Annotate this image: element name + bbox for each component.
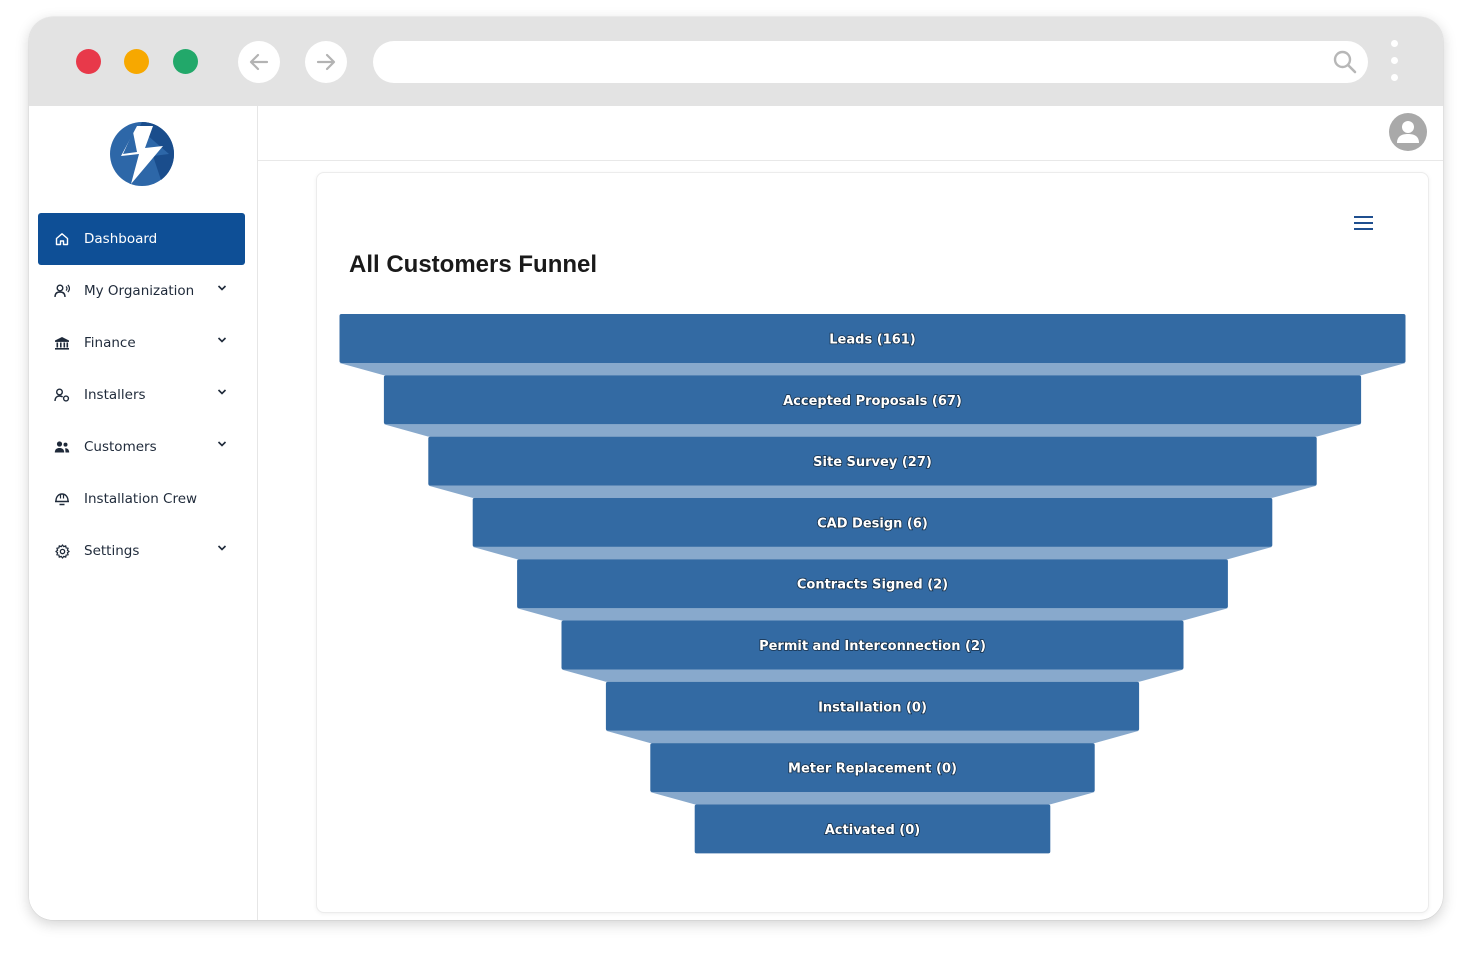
browser-toolbar: [29, 17, 1443, 106]
funnel-connector: [339, 363, 1406, 376]
back-button[interactable]: [238, 41, 280, 83]
arrow-right-icon: [316, 53, 336, 71]
user-icon: [1397, 121, 1419, 143]
top-header: [258, 106, 1443, 161]
sidebar-item-label: My Organization: [84, 283, 195, 299]
sidebar-item-installation-crew[interactable]: Installation Crew: [38, 473, 245, 525]
close-window-button[interactable]: [76, 49, 101, 74]
funnel-connector: [650, 792, 1095, 805]
sidebar-item-label: Settings: [84, 543, 140, 559]
customers-icon: [54, 439, 70, 455]
sidebar: Dashboard My Organization Finance Instal…: [29, 106, 258, 920]
funnel-stage-label: Accepted Proposals (67): [783, 394, 962, 409]
sidebar-item-label: Dashboard: [84, 231, 158, 247]
sidebar-item-my-organization[interactable]: My Organization: [38, 265, 245, 317]
arrow-left-icon: [249, 53, 269, 71]
brand-logo: [109, 118, 175, 195]
bank-icon: [54, 335, 70, 351]
funnel-connector: [472, 546, 1273, 560]
search-icon[interactable]: [1332, 49, 1358, 75]
chevron-down-icon: [217, 441, 227, 447]
address-bar[interactable]: [373, 41, 1368, 83]
home-icon: [54, 231, 70, 247]
installer-icon: [54, 387, 70, 403]
sidebar-item-customers[interactable]: Customers: [38, 421, 245, 473]
forward-button[interactable]: [305, 41, 347, 83]
chevron-down-icon: [217, 389, 227, 395]
chevron-down-icon: [217, 545, 227, 551]
sidebar-item-label: Finance: [84, 335, 136, 351]
sidebar-item-installers[interactable]: Installers: [38, 369, 245, 421]
maximize-window-button[interactable]: [173, 49, 198, 74]
gear-icon: [54, 543, 70, 559]
sidebar-item-label: Installation Crew: [84, 491, 198, 507]
sidebar-item-label: Installers: [84, 387, 146, 403]
user-avatar[interactable]: [1389, 113, 1427, 151]
funnel-stage-label: Installation (0): [818, 700, 927, 715]
funnel-stage-label: Site Survey (27): [813, 455, 932, 470]
organization-icon: [54, 283, 70, 299]
funnel-stage-label: CAD Design (6): [817, 516, 928, 531]
sidebar-item-dashboard[interactable]: Dashboard: [38, 213, 245, 265]
chevron-down-icon: [217, 285, 227, 291]
funnel-stage-label: Meter Replacement (0): [788, 762, 957, 777]
sidebar-item-label: Customers: [84, 439, 157, 455]
funnel-connector: [383, 424, 1362, 437]
sidebar-item-settings[interactable]: Settings: [38, 525, 245, 577]
funnel-chart: Leads (161) Accepted Proposals (67) Site S…: [339, 314, 1406, 854]
funnel-stage-label: Permit and Interconnection (2): [759, 639, 986, 654]
funnel-stage-label: Activated (0): [825, 823, 920, 838]
funnel-connector: [561, 669, 1184, 682]
funnel-stage-label: Contracts Signed (2): [797, 578, 948, 593]
funnel-card: All Customers Funnel Leads (161) Accepted…: [316, 172, 1429, 913]
funnel-connector: [428, 485, 1317, 498]
minimize-window-button[interactable]: [124, 49, 149, 74]
sidebar-item-finance[interactable]: Finance: [38, 317, 245, 369]
funnel-connector: [605, 730, 1140, 744]
browser-menu-icon[interactable]: [1391, 40, 1399, 91]
browser-window: Dashboard My Organization Finance Instal…: [29, 17, 1443, 920]
funnel-connector: [517, 608, 1228, 621]
funnel-stage-label: Leads (161): [829, 333, 915, 348]
sidebar-menu: Dashboard My Organization Finance Instal…: [38, 213, 245, 577]
chevron-down-icon: [217, 337, 227, 343]
helmet-icon: [54, 491, 70, 507]
